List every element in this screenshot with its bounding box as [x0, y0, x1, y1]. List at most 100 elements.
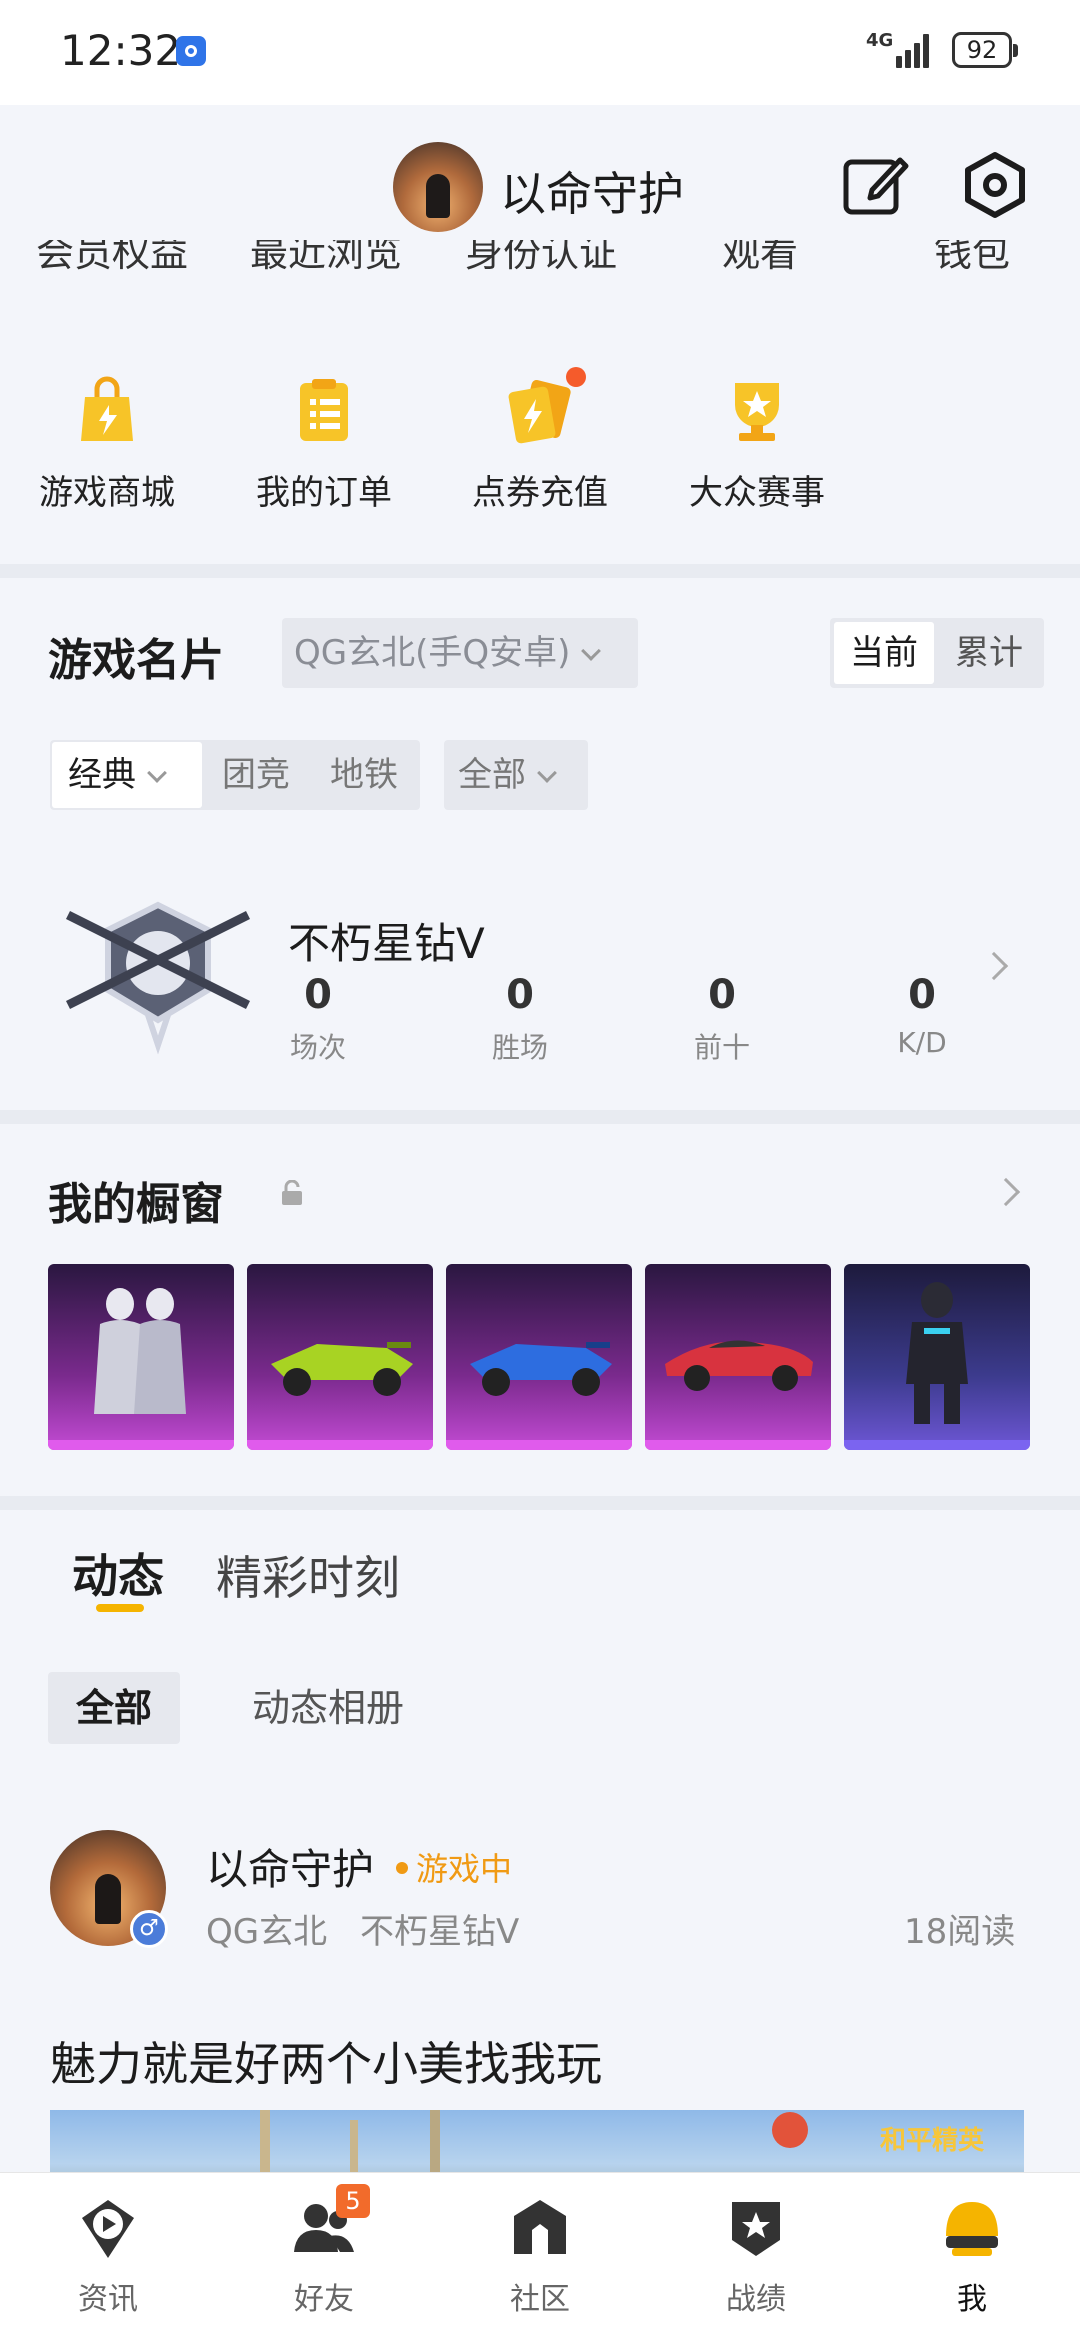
clipped-item: 观看: [722, 240, 799, 275]
clipped-item: 身份认证: [465, 240, 618, 275]
stat-value: 0: [506, 972, 534, 1018]
post-author-server: QG玄北: [206, 1912, 328, 1952]
avatar[interactable]: [393, 142, 483, 232]
nav-label: 社区: [510, 2282, 570, 2317]
toggle-current[interactable]: 当前: [834, 622, 934, 684]
post-author-name[interactable]: 以命守护: [206, 1836, 374, 1897]
stat-top10: 0 前十: [662, 972, 782, 1066]
nav-label: 资讯: [78, 2282, 138, 2317]
ingame-status: 游戏中: [396, 1844, 512, 1890]
mode-all-label: 全部: [458, 755, 526, 795]
stat-value: 0: [304, 972, 332, 1018]
nav-label: 我: [957, 2282, 987, 2317]
racecar-icon: [470, 1342, 612, 1396]
showcase-item-racecar-green[interactable]: [247, 1264, 433, 1450]
nav-me[interactable]: 我: [902, 2196, 1042, 2318]
chevron-down-icon: [581, 641, 602, 661]
section-divider: [0, 1110, 1080, 1124]
tab-indicator: [96, 1604, 144, 1612]
nav-records[interactable]: 战绩: [686, 2196, 826, 2318]
settings-icon: [965, 152, 1025, 218]
quick-menu-label: 游戏商城: [39, 473, 175, 513]
twin-character-icon: [94, 1288, 186, 1414]
quick-menu-events[interactable]: 大众赛事: [672, 375, 842, 514]
clipped-menu-row: 会员权益 最近浏览 身份认证 观看 钱包: [0, 240, 1080, 280]
post-text[interactable]: 魅力就是好两个小美找我玩: [50, 2028, 602, 2094]
quick-menu-label: 我的订单: [256, 473, 392, 513]
profile-name: 以命守护: [500, 167, 684, 221]
section-divider: [0, 1496, 1080, 1510]
stat-wins: 0 胜场: [460, 972, 580, 1066]
chevron-down-icon: [537, 763, 557, 783]
order-list-icon: [288, 375, 360, 447]
edit-icon: [843, 157, 909, 215]
status-time: 12:32: [60, 26, 182, 75]
nav-label: 战绩: [726, 2282, 786, 2317]
record-shield-icon: [724, 2196, 788, 2260]
stat-value: 0: [708, 972, 736, 1018]
stat-label: 胜场: [491, 1031, 548, 1064]
nav-community[interactable]: 社区: [470, 2196, 610, 2318]
rank-badge-icon: [58, 895, 258, 1055]
showcase-item-sportscar[interactable]: [645, 1264, 831, 1450]
showcase-item-racecar-blue[interactable]: [446, 1264, 632, 1450]
mode-classic-label: 经典: [68, 755, 136, 795]
coupon-recharge-icon: [504, 367, 586, 447]
stat-value: 0: [908, 972, 936, 1018]
trophy-icon: [721, 375, 793, 447]
racecar-icon: [271, 1342, 413, 1396]
rank-name: 不朽星钻V: [288, 919, 485, 968]
mode-all-select[interactable]: 全部: [444, 740, 588, 810]
clipped-item: 最近浏览: [250, 240, 403, 275]
network-type: 4G: [866, 30, 894, 51]
mode-team[interactable]: 团竞: [222, 742, 290, 808]
quick-menu-label: 大众赛事: [689, 473, 825, 513]
tab-moments[interactable]: 动态: [72, 1540, 164, 1606]
signal-icon: [896, 34, 936, 68]
friends-badge: 5: [336, 2184, 370, 2218]
stat-label: 场次: [289, 1031, 346, 1064]
stat-matches: 0 场次: [258, 972, 378, 1066]
mode-metro[interactable]: 地铁: [330, 742, 398, 808]
battery-icon: 92: [952, 32, 1018, 68]
stat-kd: 0 K/D: [862, 972, 982, 1059]
new-dot: [566, 367, 586, 387]
game-logo: 和平精英: [880, 2126, 985, 2156]
post-read-count: 18阅读: [904, 1912, 1016, 1952]
chevron-right-icon[interactable]: [991, 1177, 1021, 1207]
mode-classic[interactable]: 经典: [52, 742, 202, 808]
quick-menu-game-store[interactable]: 游戏商城: [22, 375, 192, 514]
chevron-right-icon[interactable]: [979, 951, 1009, 981]
section-divider: [0, 564, 1080, 578]
post-author-rank: 不朽星钻V: [360, 1912, 520, 1952]
settings-button[interactable]: [960, 150, 1030, 220]
game-card-title: 游戏名片: [48, 635, 224, 686]
server-select[interactable]: QG玄北(手Q安卓): [282, 618, 638, 688]
stat-label: K/D: [897, 1026, 947, 1059]
nav-label: 好友: [294, 2282, 354, 2317]
toggle-cumulative[interactable]: 累计: [934, 622, 1044, 684]
quick-menu-recharge[interactable]: 点券充值: [455, 367, 625, 514]
filter-all[interactable]: 全部: [48, 1672, 180, 1744]
tab-highlights[interactable]: 精彩时刻: [216, 1542, 400, 1608]
notification-icon: [176, 36, 206, 66]
sportscar-icon: [665, 1340, 813, 1391]
nav-friends[interactable]: 5 好友: [254, 2184, 394, 2318]
male-icon: ♂: [130, 1910, 168, 1948]
nav-news[interactable]: 资讯: [38, 2196, 178, 2318]
showcase-item-outfit[interactable]: [48, 1264, 234, 1450]
chevron-down-icon: [147, 763, 167, 783]
edit-button[interactable]: [840, 150, 910, 220]
character-icon: [906, 1282, 968, 1424]
shopping-bag-icon: [71, 375, 143, 447]
clipped-item: 钱包: [934, 240, 1011, 275]
filter-album[interactable]: 动态相册: [252, 1672, 404, 1744]
quick-menu-label: 点券充值: [472, 473, 608, 513]
showcase-item-suit[interactable]: [844, 1264, 1030, 1450]
community-icon: [508, 2196, 572, 2260]
friends-icon: 5: [292, 2184, 370, 2260]
me-helmet-icon: [940, 2196, 1004, 2260]
lock-icon: [280, 1179, 304, 1206]
quick-menu-my-orders[interactable]: 我的订单: [239, 375, 409, 514]
showcase-title: 我的橱窗: [48, 1179, 224, 1230]
